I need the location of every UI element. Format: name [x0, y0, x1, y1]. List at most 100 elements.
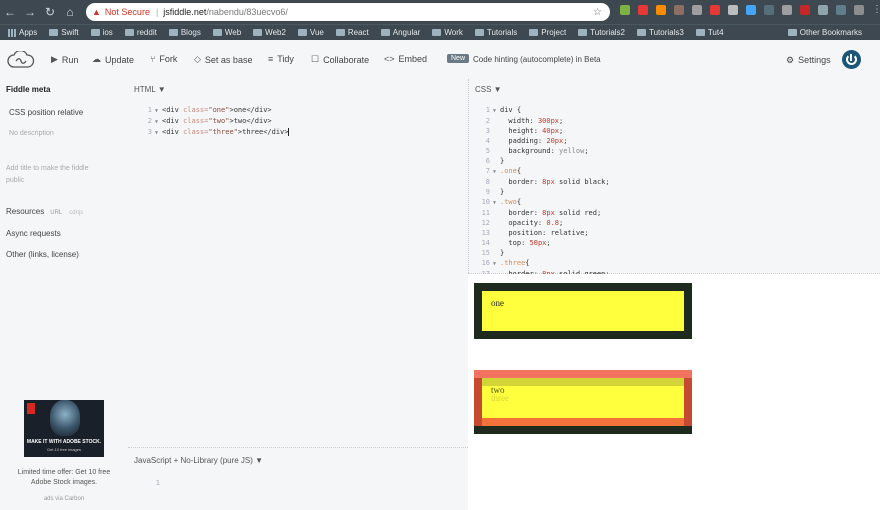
bookmark-item[interactable]: Tutorials3 [637, 28, 684, 37]
bookmark-item[interactable]: ios [90, 28, 113, 37]
fold-icon[interactable]: ▼ [155, 106, 162, 116]
bookmark-label: Tutorials2 [590, 28, 625, 37]
line-number: 1 [147, 106, 152, 114]
bookmark-item[interactable]: Angular [380, 28, 421, 37]
sidebar-item-async[interactable]: Async requests [6, 229, 61, 238]
line-number: 12 [481, 219, 490, 227]
css-editor[interactable]: 1 ▼ div {2 width: 300px; 3 height: 40px; 4 p… [478, 105, 610, 279]
sidebar-item-resources[interactable]: Resources URL cdnjs [6, 207, 83, 216]
extension-icon[interactable] [764, 5, 774, 15]
extension-icons: ⋮ [620, 5, 880, 15]
run-button[interactable]: ▶ Run [51, 54, 78, 65]
settings-button[interactable]: ⚙ Settings [786, 55, 831, 66]
bookmark-label: React [347, 28, 369, 37]
bookmark-item[interactable]: Blogs [168, 28, 201, 37]
bookmark-item[interactable]: React [335, 28, 369, 37]
bookmark-item[interactable]: Swift [49, 28, 79, 37]
resources-url-tab[interactable]: URL [50, 210, 62, 216]
fiddle-toolbar: ▶ Run ☁ Update ⑂ Fork ◇ Set as base ≡ Tidy ☐ C… [0, 41, 880, 79]
ad-image[interactable]: MAKE IT WITH ADOBE STOCK. Get 10 free im… [24, 400, 104, 457]
css-pane-label[interactable]: CSS ▼ [475, 85, 502, 94]
fork-button[interactable]: ⑂ Fork [150, 54, 177, 64]
extension-icon[interactable] [800, 5, 810, 15]
bookmark-item[interactable]: reddit [124, 28, 157, 37]
extension-icon[interactable] [620, 5, 630, 15]
collaborate-button[interactable]: ☐ Collaborate [311, 54, 369, 65]
ad-via-link[interactable]: ads via Carbon [0, 496, 128, 502]
bookmark-item[interactable]: Web [212, 28, 241, 37]
extension-icon[interactable] [710, 5, 720, 15]
play-icon: ▶ [51, 54, 58, 64]
extension-icon[interactable] [836, 5, 846, 15]
bookmark-item[interactable]: Vue [297, 28, 324, 37]
extension-icon[interactable] [746, 5, 756, 15]
extension-icon[interactable] [728, 5, 738, 15]
set-as-base-button[interactable]: ◇ Set as base [194, 54, 252, 65]
code-token: 20px [546, 137, 564, 145]
fold-icon[interactable]: ▼ [493, 106, 500, 116]
sidebar: Fiddle meta CSS position relative No des… [0, 79, 128, 510]
tidy-button[interactable]: ≡ Tidy [268, 54, 294, 64]
html-pane-label[interactable]: HTML ▼ [134, 85, 166, 94]
code-token: top: [500, 239, 530, 247]
update-button[interactable]: ☁ Update [92, 54, 134, 65]
bookmark-item[interactable]: Project [529, 28, 566, 37]
bookmark-item[interactable]: Web2 [253, 28, 286, 37]
fold-icon[interactable]: ▼ [155, 128, 162, 138]
html-editor[interactable]: 1 ▼ <div class="one">one</div> 2 ▼ <div class… [140, 105, 290, 138]
jsfiddle-logo-icon[interactable] [7, 51, 35, 69]
fold-icon[interactable]: ▼ [493, 259, 500, 269]
bookmark-label: Angular [392, 28, 421, 37]
bookmark-item[interactable]: Tutorials [474, 28, 517, 37]
reload-icon[interactable]: ↻ [40, 5, 60, 19]
bookmark-item[interactable]: Tut4 [695, 28, 724, 37]
bookmark-item[interactable]: Apps [8, 28, 37, 37]
js-pane-label[interactable]: JavaScript + No-Library (pure JS) ▼ [134, 456, 263, 465]
extension-icon[interactable] [638, 5, 648, 15]
line-number: 5 [485, 147, 490, 155]
extension-icon[interactable] [818, 5, 828, 15]
fold-icon[interactable]: ▼ [493, 167, 500, 177]
apps-icon [8, 28, 16, 37]
address-bar[interactable]: ▲ Not Secure | jsfiddle.net /nabendu/83u… [86, 3, 610, 21]
folder-icon [253, 29, 263, 36]
code-token: three [242, 128, 264, 136]
code-line: 4 padding: 20px; [478, 136, 610, 146]
line-number: 10 [481, 198, 490, 206]
other-bookmarks[interactable]: Other Bookmarks [787, 28, 862, 37]
code-line: 7 ▼ .one{ [478, 166, 610, 177]
fiddle-description-input[interactable]: No description [9, 130, 54, 137]
fiddle-title-input[interactable]: CSS position relative [9, 108, 83, 117]
settings-label: Settings [798, 55, 831, 65]
menu-icon[interactable]: ⋮ [872, 5, 880, 15]
code-hinting-link[interactable]: Code hinting (autocomplete) in Beta [473, 55, 601, 64]
fold-icon[interactable]: ▼ [493, 198, 500, 208]
ad-text-link[interactable]: Limited time offer: Get 10 free Adobe St… [8, 468, 120, 488]
fold-icon[interactable]: ▼ [155, 117, 162, 127]
back-icon[interactable]: ← [0, 5, 20, 19]
bookmark-item[interactable]: Work [432, 28, 463, 37]
pane-divider-horizontal[interactable] [128, 447, 468, 448]
js-editor[interactable]: 1 [148, 478, 163, 488]
bookmark-item[interactable]: Tutorials2 [578, 28, 625, 37]
line-number: 15 [481, 249, 490, 257]
resources-cdnjs-tab[interactable]: cdnjs [69, 210, 83, 216]
sidebar-item-other[interactable]: Other (links, license) [6, 250, 79, 259]
extension-icon[interactable] [782, 5, 792, 15]
warning-icon: ▲ [92, 7, 101, 17]
tidy-label: Tidy [277, 54, 294, 64]
code-token: one [233, 106, 247, 114]
pane-divider-vertical[interactable] [468, 79, 469, 273]
extension-icon[interactable] [674, 5, 684, 15]
bookmark-star-icon[interactable]: ☆ [593, 7, 602, 18]
folder-icon [637, 29, 646, 36]
forward-icon[interactable]: → [20, 5, 40, 19]
code-token: border: [500, 209, 543, 217]
home-icon[interactable]: ⌂ [60, 5, 80, 19]
extension-icon[interactable] [656, 5, 666, 15]
embed-button[interactable]: <> Embed [384, 54, 427, 64]
avatar[interactable] [854, 5, 864, 15]
extension-icon[interactable] [692, 5, 702, 15]
adobe-logo-icon [27, 403, 35, 414]
power-icon[interactable] [842, 50, 861, 69]
